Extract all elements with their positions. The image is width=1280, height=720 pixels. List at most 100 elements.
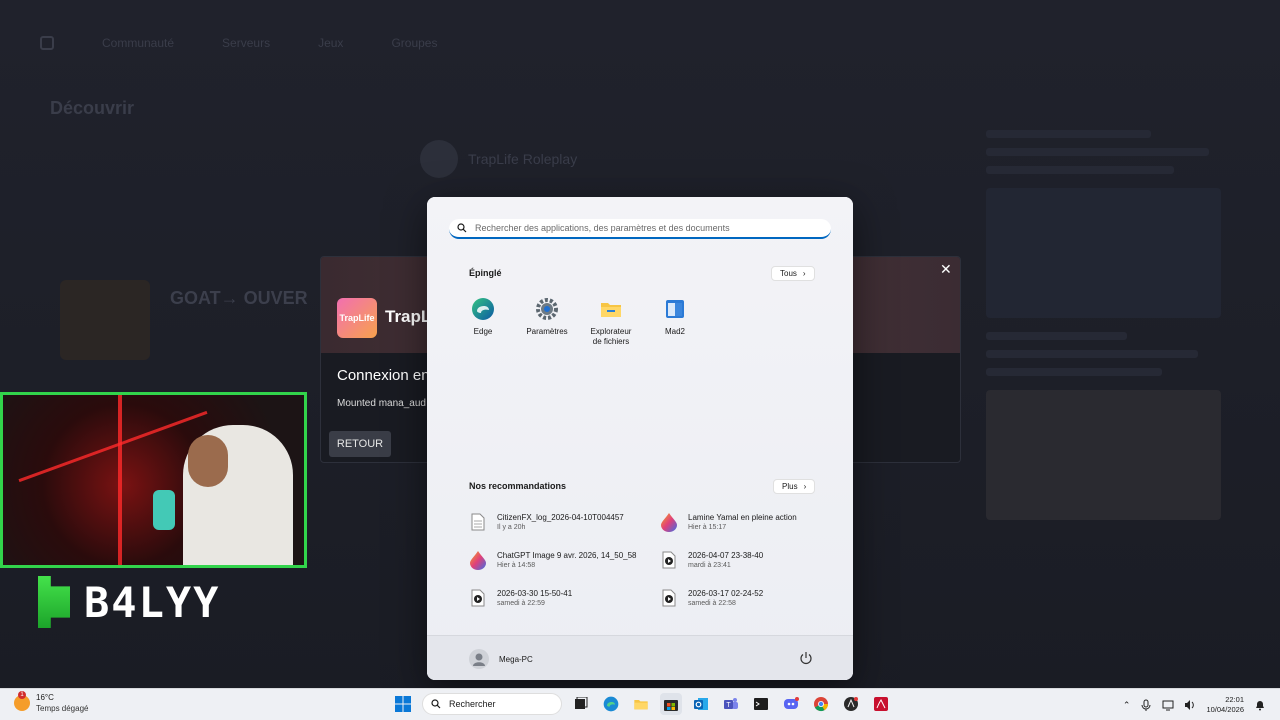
dialog-status: Mounted mana_aud (337, 398, 426, 409)
app-window-icon (666, 300, 684, 318)
recommendation-item[interactable]: Lamine Yamal en pleine action Hier à 15:1… (660, 509, 851, 535)
folder-icon (634, 700, 648, 710)
network-icon[interactable] (1162, 699, 1174, 711)
task-view-icon (575, 697, 588, 709)
all-apps-button[interactable]: Tous › (771, 266, 815, 281)
background-nav: Communauté Serveurs Jeux Groupes (40, 36, 437, 50)
microphone-icon (153, 490, 175, 530)
pinned-app-edge[interactable]: Edge (457, 297, 509, 347)
notification-badge: 1 (18, 691, 26, 699)
more-button[interactable]: Plus › (773, 479, 816, 494)
notification-bell-icon[interactable] (1254, 699, 1266, 711)
streamer-brand: B4LYY (38, 576, 220, 628)
chevron-right-icon: › (803, 482, 807, 491)
news-image (986, 188, 1221, 318)
taskbar-apps: Rechercher T (392, 693, 892, 715)
taskbar-chrome[interactable] (810, 693, 832, 715)
server-name: TrapLife Roleplay (468, 151, 578, 167)
start-button[interactable] (392, 693, 414, 715)
streamer-name: B4LYY (84, 577, 221, 627)
start-search-box[interactable] (449, 219, 831, 239)
start-search-input[interactable] (475, 223, 815, 233)
volume-icon[interactable] (1184, 699, 1196, 711)
pinned-app-label: Mad2 (664, 327, 685, 336)
clock-date: 10/04/2026 (1206, 705, 1244, 714)
recommendation-item[interactable]: 2026-03-30 15-50-41 samedi à 22:59 (469, 585, 660, 611)
background-page-title: Découvrir (50, 98, 135, 118)
pinned-app-settings[interactable]: Paramètres (521, 297, 573, 347)
recommendations-list: CitizenFX_log_2026-04-10T004457 Il y a 20… (469, 509, 851, 611)
recommendation-title: 2026-03-30 15-50-41 (497, 589, 573, 598)
clock[interactable]: 22:01 10/04/2026 (1206, 695, 1244, 715)
taskbar-search-label: Rechercher (449, 699, 496, 709)
dialog-heading: Connexion en (337, 367, 430, 384)
back-button[interactable]: RETOUR (329, 431, 391, 457)
recommendation-title: CitizenFX_log_2026-04-10T004457 (497, 513, 624, 522)
recommendation-title: Lamine Yamal en pleine action (688, 513, 797, 522)
power-icon[interactable] (799, 651, 813, 665)
app-logo-icon (40, 36, 54, 50)
taskbar-file-explorer[interactable] (630, 693, 652, 715)
chrome-icon (814, 697, 829, 712)
pinned-apps: Edge Paramètres Explorateur de fichiers … (457, 297, 701, 347)
system-tray: ⌃ 22:01 10/04/2026 (1123, 695, 1266, 715)
fivem-icon (844, 697, 858, 711)
pinned-app-mad2[interactable]: Mad2 (649, 297, 701, 347)
sun-icon: 1 (14, 691, 30, 711)
news-image (986, 390, 1221, 520)
traplife-logo: TrapLife (337, 298, 377, 338)
svg-text:T: T (726, 702, 731, 709)
weather-widget[interactable]: 1 16°C Temps dégagé (14, 691, 89, 713)
taskbar-teams[interactable]: T (720, 693, 742, 715)
bg-nav-item: Serveurs (222, 36, 271, 50)
terminal-icon (754, 698, 768, 710)
chevron-up-icon[interactable]: ⌃ (1123, 700, 1131, 711)
brand-logo-icon (38, 576, 70, 628)
task-view-button[interactable] (570, 693, 592, 715)
taskbar-fivem[interactable] (840, 693, 862, 715)
bg-nav-item: Jeux (318, 36, 344, 50)
close-icon[interactable]: ✕ (940, 261, 952, 278)
recommendation-item[interactable]: CitizenFX_log_2026-04-10T004457 Il y a 20… (469, 509, 660, 535)
clock-time: 22:01 (1225, 695, 1244, 704)
document-icon (471, 513, 485, 531)
recommendation-time: Il y a 20h (497, 524, 526, 531)
recommendation-item[interactable]: ChatGPT Image 9 avr. 2026, 14_50_58 Hier … (469, 547, 660, 573)
all-apps-label: Tous (780, 269, 797, 278)
pinned-app-file-explorer[interactable]: Explorateur de fichiers (585, 297, 637, 347)
taskbar-search[interactable]: Rechercher (422, 693, 562, 715)
recommendation-title: 2026-04-07 23-38-40 (688, 551, 764, 560)
pinned-title: Épinglé (469, 268, 502, 278)
paint-drop-icon (470, 551, 486, 570)
recommendation-title: ChatGPT Image 9 avr. 2026, 14_50_58 (497, 551, 637, 560)
taskbar-store[interactable] (660, 693, 682, 715)
search-icon (457, 223, 467, 233)
windows-logo-icon (395, 696, 411, 712)
recommendation-time: Hier à 15:17 (688, 524, 727, 531)
discord-icon (784, 697, 799, 709)
background-server: TrapLife Roleplay (420, 140, 577, 178)
weather-temperature: 16°C (36, 693, 54, 702)
user-account-button[interactable]: Mega-PC (469, 649, 533, 669)
background-server-title: GOAT→ OUVER (170, 288, 308, 308)
recommendation-item[interactable]: 2026-04-07 23-38-40 mardi à 23:41 (660, 547, 851, 573)
taskbar-outlook[interactable] (690, 693, 712, 715)
recommendation-time: mardi à 23:41 (688, 562, 731, 569)
background-news-panel (986, 120, 1221, 534)
pinned-app-label: Edge (473, 327, 493, 336)
taskbar: 1 16°C Temps dégagé Rechercher T ⌃ 22:01… (0, 688, 1280, 720)
recommendation-item[interactable]: 2026-03-17 02-24-52 samedi à 22:58 (660, 585, 851, 611)
recommendation-time: samedi à 22:59 (497, 600, 545, 607)
acrobat-icon (874, 697, 888, 711)
taskbar-edge[interactable] (600, 693, 622, 715)
chevron-right-icon: › (802, 269, 806, 278)
taskbar-discord[interactable] (780, 693, 802, 715)
user-name: Mega-PC (499, 654, 533, 664)
taskbar-acrobat[interactable] (870, 693, 892, 715)
paint-drop-icon (661, 513, 677, 532)
weather-description: Temps dégagé (36, 704, 89, 713)
pinned-app-label: Explorateur de fichiers (590, 327, 632, 346)
video-icon (662, 589, 676, 607)
microphone-icon[interactable] (1140, 699, 1152, 711)
taskbar-terminal[interactable] (750, 693, 772, 715)
